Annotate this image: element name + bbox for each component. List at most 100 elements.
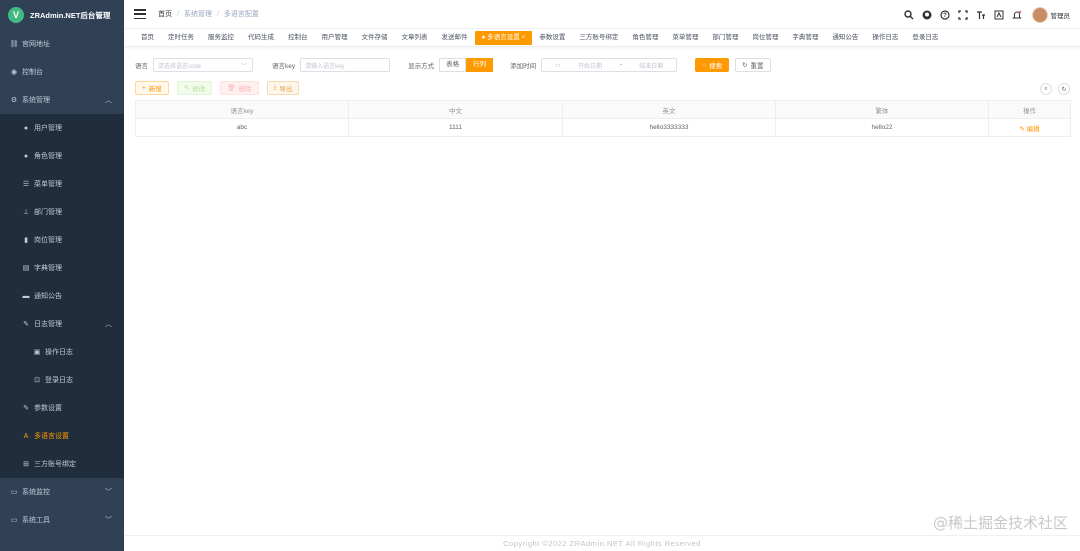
question-icon[interactable]: ? — [939, 9, 950, 20]
tag-operlog[interactable]: 操作日志 — [865, 31, 905, 45]
search-form: 语言 请选择语言code ﹀ 语言key 请输入语言key 显示方式 表格 行列… — [135, 58, 771, 72]
tag-dept[interactable]: 部门管理 — [705, 31, 745, 45]
refresh-icon[interactable]: ↻ — [1058, 83, 1070, 95]
avatar[interactable] — [1031, 6, 1048, 23]
menu-label: 控制台 — [22, 69, 43, 76]
key-input[interactable]: 请输入语言key — [300, 58, 391, 72]
edit-icon: ✎ — [23, 405, 29, 412]
navbar-right: ? 管理员 — [900, 0, 1071, 29]
dashboard-icon: ◉ — [10, 69, 18, 76]
tag-notice[interactable]: 通知公告 — [825, 31, 865, 45]
close-icon[interactable]: × — [522, 34, 526, 41]
search-button[interactable]: ○ 搜索 — [695, 58, 730, 72]
column-header: 繁体 — [775, 100, 989, 119]
search-icon[interactable] — [903, 9, 914, 20]
delete-button[interactable]: 🗑 删除 — [220, 81, 259, 95]
edit-button[interactable]: ✎ 修改 — [176, 81, 213, 95]
chevron-up-icon: ︿ — [105, 321, 112, 328]
plus-icon: + — [142, 84, 146, 92]
tag-role[interactable]: 角色管理 — [625, 31, 665, 45]
tag-language-active[interactable]: ● 多语言设置 × — [474, 30, 533, 45]
menu-item-loginlog[interactable]: ⊡ 登录日志 — [0, 366, 124, 394]
reset-button[interactable]: ↻ 重置 — [735, 58, 771, 72]
menu-label: 字典管理 — [34, 265, 62, 272]
app-title: ZRAdmin.NET后台管理 — [30, 10, 111, 20]
tag-home[interactable]: 首页 — [134, 31, 161, 45]
tag-dict[interactable]: 字典管理 — [785, 31, 825, 45]
menu-label: 通知公告 — [34, 293, 62, 300]
fullscreen-icon[interactable] — [957, 9, 968, 20]
tool-icon: ▭ — [10, 517, 18, 524]
system-icon: ⚙ — [10, 97, 18, 104]
menu-label: 三方账号绑定 — [34, 461, 76, 468]
tag-config[interactable]: 参数设置 — [532, 31, 572, 45]
export-button-label: 导出 — [279, 86, 293, 93]
tag-user[interactable]: 用户管理 — [315, 31, 355, 45]
tag-loginlog[interactable]: 登录日志 — [905, 31, 945, 45]
menu-item-website[interactable]: ⛓ 官网地址 — [0, 30, 124, 58]
tag-bind[interactable]: 三方账号绑定 — [572, 31, 625, 45]
menu-item-log[interactable]: ✎ 日志管理 ︿ — [0, 310, 124, 338]
menu-item-role[interactable]: ● 角色管理 — [0, 142, 124, 170]
bell-icon[interactable] — [1011, 10, 1022, 20]
main-content: 语言 请选择语言code ﹀ 语言key 请输入语言key 显示方式 表格 行列… — [124, 47, 1080, 537]
menu-item-language[interactable]: A 多语言设置 — [0, 422, 124, 450]
logo-icon: V — [8, 7, 24, 23]
monitor-icon: ▭ — [10, 489, 18, 496]
menu-item-dashboard[interactable]: ◉ 控制台 — [0, 58, 124, 86]
menu-item-bind[interactable]: ⊞ 三方账号绑定 — [0, 450, 124, 478]
menu-label: 系统管理 — [22, 97, 50, 104]
menu-item-notice[interactable]: ▬ 通知公告 — [0, 282, 124, 310]
lang-select[interactable]: 请选择语言code ﹀ — [153, 58, 253, 72]
mode-row-option[interactable]: 行列 — [466, 58, 494, 72]
edit-icon: ✎ — [1019, 125, 1027, 133]
link-icon: ⛓ — [9, 41, 19, 48]
date-range-picker[interactable]: ▭ 开始日期 - 结束日期 — [541, 58, 678, 72]
tag-job[interactable]: 定时任务 — [161, 31, 201, 45]
add-button[interactable]: + 新增 — [135, 81, 169, 95]
toolbar: + 新增 ✎ 修改 🗑 删除 ⤓ 导出 — [135, 81, 307, 95]
language-icon: A — [23, 432, 29, 440]
table-header-row: 语言key 中文 英文 繁体 操作 — [135, 100, 1071, 119]
dict-icon: ▤ — [22, 265, 30, 272]
breadcrumb-home[interactable]: 首页 — [158, 9, 172, 19]
tag-file[interactable]: 文件存储 — [355, 31, 395, 45]
form-icon: ▣ — [33, 349, 41, 356]
toggle-search-icon[interactable]: ⌕ — [1040, 83, 1052, 95]
menu-item-system[interactable]: ⚙ 系统管理 ︿ — [0, 86, 124, 114]
breadcrumb: 首页 / 系统管理 / 多语言配置 — [158, 9, 259, 19]
menu-item-menu[interactable]: ☰ 菜单管理 — [0, 170, 124, 198]
cell-tw: hello22 — [775, 118, 989, 137]
chevron-up-icon: ︿ — [105, 97, 112, 104]
menu-item-monitor[interactable]: ▭ 系统监控 ﹀ — [0, 478, 124, 506]
language-switch-icon[interactable] — [994, 10, 1004, 20]
date-start: 开始日期 — [578, 63, 603, 70]
navbar: 首页 / 系统管理 / 多语言配置 ? 管理员 — [124, 0, 1080, 29]
tag-dashboard[interactable]: 控制台 — [281, 31, 315, 45]
menu-item-dict[interactable]: ▤ 字典管理 — [0, 254, 124, 282]
menu-item-operlog[interactable]: ▣ 操作日志 — [0, 338, 124, 366]
hamburger-icon[interactable] — [134, 9, 146, 19]
tag-server[interactable]: 服务监控 — [201, 31, 241, 45]
tree-table-icon: ☰ — [22, 181, 30, 188]
edit-icon: ✎ — [183, 85, 190, 92]
github-icon[interactable] — [922, 10, 932, 20]
bind-icon: ⊞ — [23, 461, 29, 468]
logo[interactable]: V ZRAdmin.NET后台管理 — [0, 0, 124, 30]
mode-table-option[interactable]: 表格 — [439, 58, 467, 72]
tag-article[interactable]: 文章列表 — [395, 31, 435, 45]
menu-item-dept[interactable]: ⊥ 部门管理 — [0, 198, 124, 226]
menu-item-config[interactable]: ✎ 参数设置 — [0, 394, 124, 422]
date-separator: - — [619, 62, 622, 68]
row-edit-button[interactable]: ✎ 编辑 — [1019, 126, 1039, 133]
tag-gen[interactable]: 代码生成 — [241, 31, 281, 45]
menu-item-user[interactable]: ● 用户管理 — [0, 114, 124, 142]
tag-menu[interactable]: 菜单管理 — [665, 31, 705, 45]
menu-item-post[interactable]: ▮ 岗位管理 — [0, 226, 124, 254]
menu-item-tool[interactable]: ▭ 系统工具 ﹀ — [0, 506, 124, 534]
tag-email[interactable]: 发送邮件 — [435, 31, 475, 45]
font-size-icon[interactable] — [976, 10, 986, 20]
username[interactable]: 管理员 — [1051, 10, 1071, 20]
tag-post[interactable]: 岗位管理 — [745, 31, 785, 45]
export-button[interactable]: ⤓ 导出 — [266, 81, 300, 95]
